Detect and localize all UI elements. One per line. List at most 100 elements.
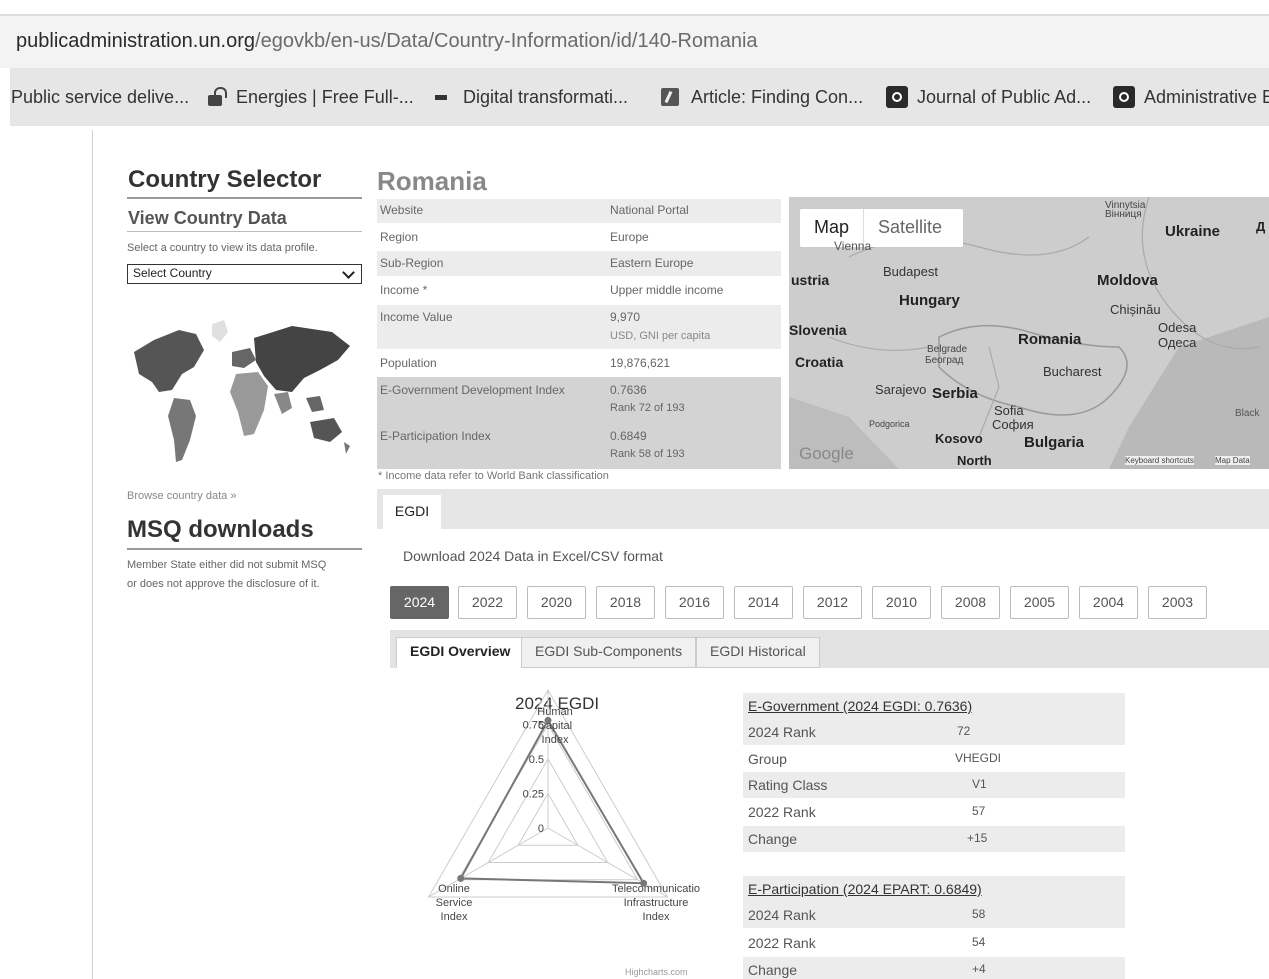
map-label: Д (1256, 219, 1266, 234)
year-button-2018[interactable]: 2018 (596, 586, 655, 619)
egov-row-group: Group VHEGDI (748, 751, 1002, 767)
country-select[interactable]: Select Country (127, 264, 362, 284)
axis-label-human-capital: Human Capital Index (537, 706, 573, 746)
egov-row-rating-class: Rating Class V1 (743, 772, 1125, 798)
msq-downloads-title: MSQ downloads (127, 516, 314, 543)
year-button-2008[interactable]: 2008 (941, 586, 1000, 619)
bookmark-public-service[interactable]: Public service delive... (11, 84, 189, 110)
bookmark-journal-public-admin[interactable]: Journal of Public Ad... (886, 84, 1091, 110)
epart-header: E-Participation (2024 EPART: 0.6849) (748, 881, 982, 897)
income-footnote: * Income data refer to World Bank classi… (378, 470, 609, 482)
epart-row-2024-rank: 2024 Rank 58 (743, 902, 1125, 928)
lock-open-icon (205, 86, 227, 108)
country-selector-title: Country Selector (128, 166, 322, 193)
axis-label-telecom-infrastructure: Telecommunicatio Infrastructure Index (611, 883, 701, 923)
info-row-income: Income * Upper middle income (380, 283, 724, 297)
download-data-link[interactable]: Download 2024 Data in Excel/CSV format (403, 548, 663, 564)
country-map[interactable]: Map Satellite Vinnytsia Вінниця Ukraine … (789, 197, 1269, 469)
divider (127, 548, 362, 550)
egdi-tab-bar (377, 489, 1269, 529)
chevron-down-icon (342, 266, 355, 279)
info-row-income-value: Income Value 9,970 USD, GNI per capita (377, 305, 781, 349)
map-label: Hungary (899, 292, 960, 309)
year-button-2016[interactable]: 2016 (665, 586, 724, 619)
tab-egdi-overview[interactable]: EGDI Overview (396, 637, 525, 668)
highcharts-credit[interactable]: Highcharts.com (625, 967, 688, 977)
select-hint: Select a country to view its data profil… (127, 242, 318, 254)
map-label: Одеса (1158, 335, 1197, 350)
year-button-2014[interactable]: 2014 (734, 586, 793, 619)
map-label: ustria (791, 272, 830, 288)
epart-row-2022-rank: 2022 Rank 54 (748, 935, 986, 951)
year-button-2005[interactable]: 2005 (1010, 586, 1069, 619)
site-icon (886, 86, 908, 108)
bookmark-digital-transformation[interactable]: Digital transformati... (432, 84, 628, 110)
radar-data-point[interactable] (457, 874, 465, 882)
tab-egdi-subcomponents[interactable]: EGDI Sub-Components (521, 637, 697, 668)
divider (127, 197, 362, 199)
national-portal-link[interactable]: National Portal (610, 203, 689, 217)
info-row-subregion: Sub-Region Eastern Europe (377, 251, 781, 276)
keyboard-shortcuts-link[interactable]: Keyboard shortcuts (1125, 456, 1194, 465)
map-label: Вінниця (1105, 209, 1142, 220)
satellite-tab[interactable]: Satellite (863, 209, 956, 247)
map-label: Ukraine (1165, 223, 1221, 240)
country-name: Romania (377, 166, 487, 196)
year-button-2022[interactable]: 2022 (458, 586, 517, 619)
bookmark-administrative[interactable]: Administrative E (1113, 84, 1269, 110)
url-text[interactable]: publicadministration.un.org/egovkb/en-us… (16, 30, 758, 53)
year-button-2003[interactable]: 2003 (1148, 586, 1207, 619)
radar-tick-label: 0 (538, 823, 544, 835)
msq-text-line1: Member State either did not submit MSQ (127, 559, 327, 571)
egov-row-2024-rank: 2024 Rank 72 (743, 719, 1125, 745)
page-border (92, 130, 93, 979)
map-label: Black (1235, 408, 1260, 419)
map-label: Serbia (932, 385, 978, 402)
info-row-egdi: E-Government Development Index 0.7636 Rank… (377, 377, 781, 423)
doc-icon (432, 86, 454, 108)
egov-header: E-Government (2024 EGDI: 0.7636) (748, 698, 973, 714)
year-button-2004[interactable]: 2004 (1079, 586, 1138, 619)
radar-tick-label: 0.25 (523, 789, 544, 801)
epart-header-row: E-Participation (2024 EPART: 0.6849) (743, 876, 1125, 902)
map-type-control: Map Satellite (800, 209, 963, 247)
world-map-image[interactable] (124, 312, 356, 472)
map-label: Sofia (994, 403, 1024, 418)
year-button-2010[interactable]: 2010 (872, 586, 931, 619)
bookmark-article[interactable]: Article: Finding Con... (660, 84, 863, 110)
map-label: Moldova (1097, 272, 1158, 289)
tab-egdi-historical[interactable]: EGDI Historical (696, 637, 820, 668)
year-button-2020[interactable]: 2020 (527, 586, 586, 619)
epart-row-change: Change +4 (743, 957, 1125, 979)
egov-row-2022-rank: 2022 Rank 57 (748, 804, 986, 820)
map-label: Bulgaria (1024, 434, 1085, 451)
map-label: Romania (1018, 331, 1082, 348)
info-row-website: Website National Portal (377, 199, 781, 223)
msq-text-line2: or does not approve the disclosure of it… (127, 578, 320, 590)
map-label: Bucharest (1043, 364, 1102, 379)
map-label: North (957, 453, 992, 468)
year-button-2024[interactable]: 2024 (390, 586, 449, 619)
info-row-epart: E-Participation Index 0.6849 Rank 58 of 19… (377, 423, 781, 469)
google-logo: Google (799, 444, 854, 463)
map-label: Odesa (1158, 320, 1197, 335)
year-button-2012[interactable]: 2012 (803, 586, 862, 619)
bookmark-energies[interactable]: Energies | Free Full-... (205, 84, 414, 110)
map-label: Croatia (795, 354, 844, 370)
map-label: Podgorica (869, 419, 910, 429)
egov-header-row: E-Government (2024 EGDI: 0.7636) (743, 693, 1125, 719)
info-row-population: Population 19,876,621 (380, 356, 671, 370)
divider (127, 231, 362, 232)
site-icon (1113, 86, 1135, 108)
article-icon (660, 86, 682, 108)
info-row-region: Region Europe (380, 230, 649, 244)
browse-country-link[interactable]: Browse country data » (127, 490, 236, 502)
map-label: Budapest (883, 264, 938, 279)
map-label: Vienna (834, 239, 872, 253)
view-country-title: View Country Data (128, 208, 287, 228)
tab-egdi[interactable]: EGDI (383, 495, 441, 530)
map-label: София (992, 417, 1034, 432)
axis-label-online-service: Online Service Index (435, 883, 473, 923)
map-label: Belgrade (927, 344, 968, 355)
map-data-link[interactable]: Map Data (1215, 456, 1250, 465)
